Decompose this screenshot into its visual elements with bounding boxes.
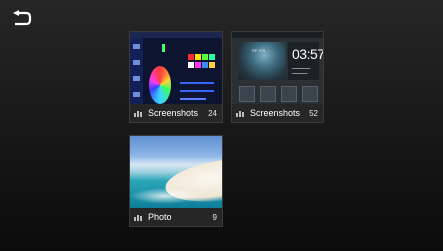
tile-label: RF 378 (252, 48, 266, 53)
wave-foam (130, 188, 200, 204)
album-thumbnail: RF 378 03:57 ▁▁▁▁▁▁ ▁▁▁▁▁ (232, 32, 323, 104)
clock-time: 03:57 (292, 46, 323, 62)
color-wheel-icon (149, 66, 171, 104)
album-screenshots-1[interactable]: Screenshots 24 (129, 31, 223, 123)
gallery-screen: { "back_icon": "back-arrow-icon", "album… (0, 0, 443, 251)
album-name: Screenshots (250, 108, 301, 118)
app-button (281, 86, 297, 102)
clock-date: ▁▁▁▁▁▁ ▁▁▁▁▁ (292, 64, 311, 74)
album-caption: Photo 9 (130, 208, 222, 226)
side-menu (130, 38, 143, 104)
folder-icon (134, 214, 144, 221)
album-photo[interactable]: Photo 9 (129, 135, 223, 227)
status-bar (232, 32, 323, 38)
album-count: 52 (309, 108, 318, 118)
album-screenshots-2[interactable]: RF 378 03:57 ▁▁▁▁▁▁ ▁▁▁▁▁ Screenshots 52 (231, 31, 324, 123)
slider-icon (162, 44, 165, 52)
folder-icon (236, 110, 246, 117)
folder-icon (134, 110, 144, 117)
album-count: 9 (212, 212, 217, 222)
album-thumbnail (130, 136, 222, 208)
back-arrow-icon (13, 10, 32, 26)
app-button (302, 86, 318, 102)
app-button (239, 86, 255, 102)
status-bar (130, 32, 222, 38)
album-name: Screenshots (148, 108, 199, 118)
album-name: Photo (148, 212, 172, 222)
navigation-icon (260, 86, 276, 102)
album-count: 24 (208, 108, 217, 118)
back-button[interactable] (10, 10, 36, 32)
album-caption: Screenshots 52 (232, 104, 323, 122)
album-thumbnail (130, 32, 222, 104)
album-caption: Screenshots 24 (130, 104, 222, 122)
